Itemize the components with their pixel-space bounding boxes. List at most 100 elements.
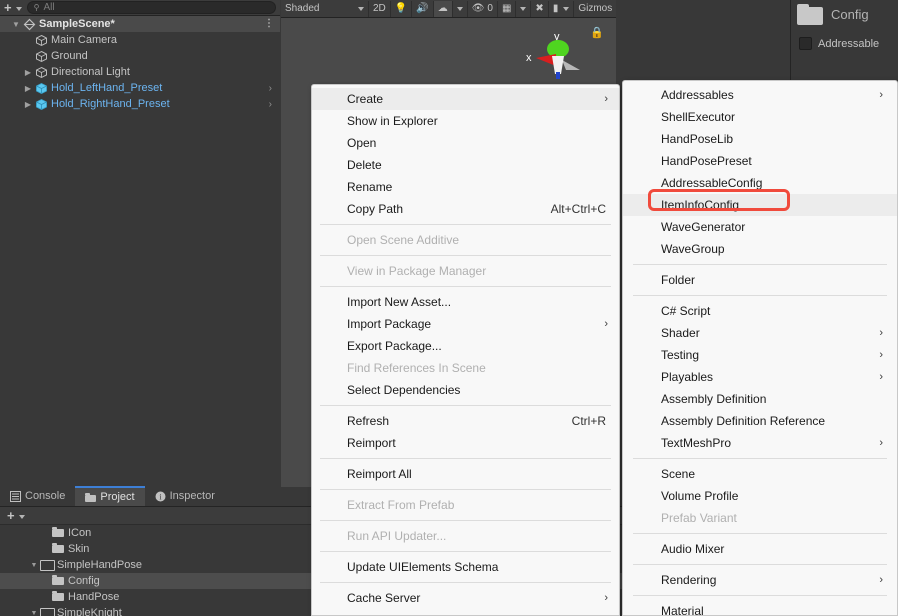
menu-item-reimport[interactable]: Reimport — [312, 432, 619, 454]
menu-item-cache-server[interactable]: Cache Server › — [312, 587, 619, 609]
shading-mode-dropdown[interactable]: Shaded — [281, 0, 369, 17]
create-menu-item-volume-profile[interactable]: Volume Profile — [623, 485, 897, 507]
chevron-down-icon — [563, 6, 570, 11]
hierarchy-item-hold-lefthand-preset[interactable]: ▶ Hold_LeftHand_Preset › — [0, 80, 280, 96]
menu-item-label: Select Dependencies — [347, 383, 461, 397]
grid-toggle-button[interactable]: ▦ — [498, 0, 517, 17]
scene-orientation-gizmo[interactable]: y x — [518, 28, 588, 83]
grid-dropdown[interactable] — [516, 0, 532, 17]
gizmos-dropdown[interactable]: Gizmos — [574, 1, 616, 17]
chevron-down-icon[interactable]: ▼ — [10, 20, 22, 29]
scene-icon — [22, 17, 36, 31]
tab-project[interactable]: Project — [75, 486, 145, 506]
prefab-open-arrow-icon[interactable]: › — [269, 83, 272, 94]
prefab-open-arrow-icon[interactable]: › — [269, 99, 272, 110]
create-menu-item-folder[interactable]: Folder — [623, 269, 897, 291]
addressable-row[interactable]: Addressable — [791, 31, 898, 56]
chevron-right-icon[interactable]: ▶ — [22, 68, 34, 77]
menu-item-label: View in Package Manager — [347, 264, 487, 278]
chevron-right-icon: › — [604, 93, 608, 105]
chevron-down-icon[interactable] — [18, 514, 25, 519]
hierarchy-item-hold-righthand-preset[interactable]: ▶ Hold_RightHand_Preset › — [0, 96, 280, 112]
scene-audio-toggle[interactable]: 🔊 — [412, 0, 434, 17]
menu-item-delete[interactable]: Delete — [312, 154, 619, 176]
create-menu-item-audio-mixer[interactable]: Audio Mixer — [623, 538, 897, 560]
menu-item-import-new-asset[interactable]: Import New Asset... — [312, 291, 619, 313]
menu-item-label: Copy Path — [347, 202, 404, 216]
scene-fx-dropdown[interactable] — [453, 0, 468, 17]
create-menu-item-wavegroup[interactable]: WaveGroup — [623, 238, 897, 260]
create-menu-item-addressables[interactable]: Addressables › — [623, 84, 897, 106]
context-menu[interactable]: Create › Show in Explorer Open Delete Rename C… — [311, 84, 620, 616]
create-menu-item-c#-script[interactable]: C# Script — [623, 300, 897, 322]
hierarchy-search-input[interactable]: ⚲ All — [26, 1, 276, 14]
create-submenu[interactable]: Addressables › ShellExecutor HandPoseLib Han… — [622, 80, 898, 616]
menu-item-refresh[interactable]: Refresh Ctrl+R — [312, 410, 619, 432]
create-menu-item-assembly-definition[interactable]: Assembly Definition — [623, 388, 897, 410]
create-menu-item-label: Volume Profile — [661, 489, 739, 503]
create-menu-item-material[interactable]: Material — [623, 600, 897, 615]
hierarchy-item-main-camera[interactable]: Main Camera — [0, 32, 280, 48]
create-menu-item-shader[interactable]: Shader › — [623, 322, 897, 344]
create-menu-item-handposepreset[interactable]: HandPosePreset — [623, 150, 897, 172]
menu-separator — [633, 564, 887, 565]
menu-item-export-package[interactable]: Export Package... — [312, 335, 619, 357]
menu-item-select-dependencies[interactable]: Select Dependencies — [312, 379, 619, 401]
hierarchy-item-ground[interactable]: Ground — [0, 48, 280, 64]
create-menu-item-playables[interactable]: Playables › — [623, 366, 897, 388]
create-menu-item-assembly-definition-reference[interactable]: Assembly Definition Reference — [623, 410, 897, 432]
hierarchy-item-samplescene[interactable]: ▼ SampleScene* ⋮ — [0, 16, 280, 32]
chevron-right-icon[interactable]: ▶ — [22, 100, 34, 109]
hidden-objects-button[interactable]: 👁 0 — [468, 0, 498, 17]
tab-inspector[interactable]: i Inspector — [144, 486, 225, 506]
inspector-title: Config — [831, 7, 869, 22]
create-menu-item-label: Audio Mixer — [661, 542, 725, 556]
chevron-down-icon[interactable]: ▼ — [28, 610, 40, 616]
project-add-button[interactable]: + — [3, 509, 17, 522]
console-icon — [10, 490, 21, 502]
menu-item-reimport-all[interactable]: Reimport All — [312, 463, 619, 485]
scene-lighting-toggle[interactable]: 💡 — [391, 0, 413, 17]
hierarchy-item-label: SampleScene* — [39, 18, 115, 30]
chevron-right-icon[interactable]: ▶ — [22, 84, 34, 93]
menu-item-rename[interactable]: Rename — [312, 176, 619, 198]
menu-item-import-package[interactable]: Import Package › — [312, 313, 619, 335]
create-menu-item-testing[interactable]: Testing › — [623, 344, 897, 366]
create-menu-item-label: Playables — [661, 370, 714, 384]
eye-slash-icon: 👁 — [471, 3, 485, 14]
chevron-down-icon[interactable] — [15, 6, 22, 11]
tab-console[interactable]: Console — [0, 486, 76, 506]
create-menu-item-label: WaveGenerator — [661, 220, 746, 234]
menu-item-label: Open Scene Additive — [347, 233, 460, 247]
create-menu-item-rendering[interactable]: Rendering › — [623, 569, 897, 591]
hierarchy-panel: + ⚲ All ▼ SampleScene* ⋮ Main Camera Ground ▶… — [0, 0, 280, 487]
toggle-2d-button[interactable]: 2D — [369, 0, 391, 17]
menu-separator — [320, 551, 611, 552]
menu-item-create[interactable]: Create › — [312, 88, 619, 110]
create-menu-item-label: Assembly Definition Reference — [661, 414, 826, 428]
create-menu-item-shellexecutor[interactable]: ShellExecutor — [623, 106, 897, 128]
create-menu-item-label: HandPoseLib — [661, 132, 734, 146]
create-menu-item-addressableconfig[interactable]: AddressableConfig — [623, 172, 897, 194]
menu-item-update-uielements-schema[interactable]: Update UIElements Schema — [312, 556, 619, 578]
chevron-down-icon[interactable]: ▼ — [28, 562, 40, 569]
addressable-checkbox[interactable] — [799, 37, 812, 50]
create-menu-item-wavegenerator[interactable]: WaveGenerator — [623, 216, 897, 238]
create-menu-item-textmeshpro[interactable]: TextMeshPro › — [623, 432, 897, 454]
folder-icon — [85, 492, 97, 502]
create-menu-item-iteminfoconfig[interactable]: ItemInfoConfig — [623, 194, 897, 216]
hierarchy-add-button[interactable]: + — [0, 1, 14, 14]
scene-options-kebab-icon[interactable]: ⋮ — [264, 19, 274, 29]
scene-tools-button[interactable]: ✖ — [531, 0, 549, 17]
scene-camera-button[interactable]: ▮ — [549, 0, 575, 17]
menu-item-open[interactable]: Open — [312, 132, 619, 154]
menu-item-show-in-explorer[interactable]: Show in Explorer — [312, 110, 619, 132]
lock-icon[interactable]: 🔒 — [590, 26, 604, 39]
menu-item-copy-path[interactable]: Copy Path Alt+Ctrl+C — [312, 198, 619, 220]
create-menu-item-handposelib[interactable]: HandPoseLib — [623, 128, 897, 150]
create-menu-item-label: Scene — [661, 467, 696, 481]
create-menu-item-scene[interactable]: Scene — [623, 463, 897, 485]
hierarchy-item-directional-light[interactable]: ▶ Directional Light — [0, 64, 280, 80]
menu-item-label: Reimport — [347, 436, 396, 450]
scene-fx-toggle[interactable]: ☁ — [433, 0, 453, 17]
